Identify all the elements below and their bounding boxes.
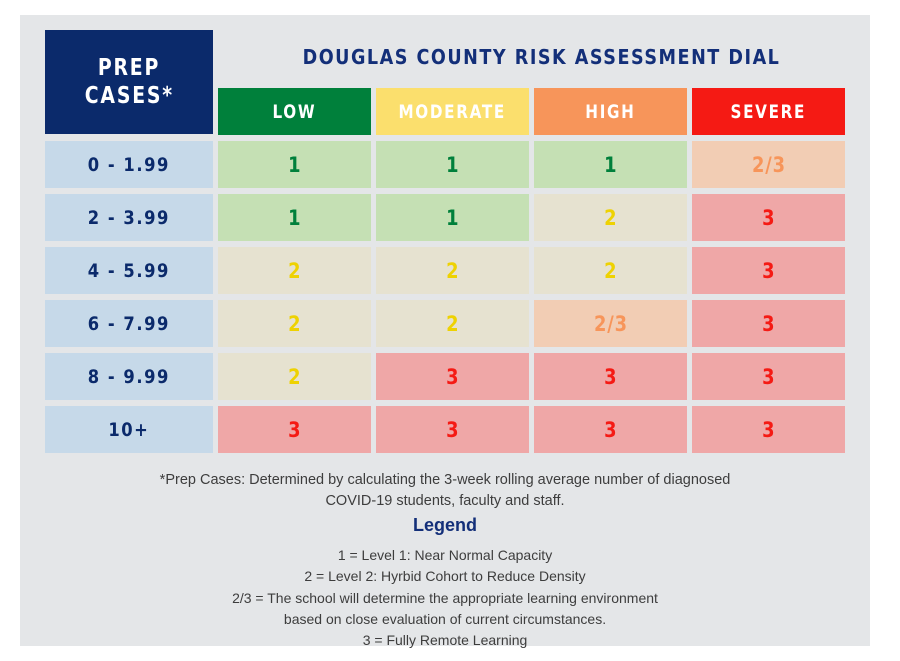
legend-line-4: based on close evaluation of current cir… bbox=[283, 610, 607, 627]
cell-value: 2/3 bbox=[593, 311, 628, 336]
column-header-moderate: MODERATE bbox=[376, 88, 529, 135]
cell-value: 1 bbox=[445, 152, 460, 177]
row-header-1: 0 - 1.99 bbox=[45, 141, 213, 188]
table-row: 10+ 3 3 3 3 bbox=[45, 406, 845, 453]
cell-severe-row2: 3 bbox=[692, 194, 845, 241]
row-header-label: 4 - 5.99 bbox=[87, 259, 171, 282]
cell-value: 2 bbox=[287, 311, 302, 336]
cell-value: 2 bbox=[603, 258, 618, 283]
footnote-line-1: *Prep Cases: Determined by calculating t… bbox=[159, 472, 731, 488]
cell-high-row3: 2 bbox=[534, 247, 687, 294]
cell-low-row2: 1 bbox=[218, 194, 371, 241]
cell-moderate-row4: 2 bbox=[376, 300, 529, 347]
page-title: DOUGLAS COUNTY RISK ASSESSMENT DIAL bbox=[302, 45, 781, 69]
column-header-severe-label: SEVERE bbox=[730, 100, 807, 123]
cell-value: 3 bbox=[445, 417, 460, 442]
cell-value: 2 bbox=[445, 311, 460, 336]
cell-high-row6: 3 bbox=[534, 406, 687, 453]
cell-value: 3 bbox=[761, 311, 776, 336]
cell-value: 3 bbox=[761, 364, 776, 389]
legend-body: 1 = Level 1: Near Normal Capacity 2 = Lev… bbox=[60, 545, 830, 651]
cell-moderate-row1: 1 bbox=[376, 141, 529, 188]
column-header-low: LOW bbox=[218, 88, 371, 135]
cell-value: 1 bbox=[287, 205, 302, 230]
cell-value: 1 bbox=[287, 152, 302, 177]
table-row: 6 - 7.99 2 2 2/3 3 bbox=[45, 300, 845, 347]
cell-high-row2: 2 bbox=[534, 194, 687, 241]
footnote-line-2: COVID-19 students, faculty and staff. bbox=[325, 493, 565, 510]
cell-high-row1: 1 bbox=[534, 141, 687, 188]
cell-value: 3 bbox=[761, 417, 776, 442]
column-header-high: HIGH bbox=[534, 88, 687, 135]
cell-moderate-row3: 2 bbox=[376, 247, 529, 294]
row-header-3: 4 - 5.99 bbox=[45, 247, 213, 294]
risk-dial-infographic: PREP CASES* DOUGLAS COUNTY RISK ASSESSME… bbox=[0, 0, 900, 661]
cell-value: 3 bbox=[445, 364, 460, 389]
cell-value: 3 bbox=[603, 364, 618, 389]
row-header-4: 6 - 7.99 bbox=[45, 300, 213, 347]
cell-value: 3 bbox=[761, 205, 776, 230]
footnote: *Prep Cases: Determined by calculating t… bbox=[60, 470, 830, 512]
column-header-low-label: LOW bbox=[272, 100, 317, 123]
table-row: 2 - 3.99 1 1 2 3 bbox=[45, 194, 845, 241]
cell-low-row1: 1 bbox=[218, 141, 371, 188]
cell-low-row4: 2 bbox=[218, 300, 371, 347]
table-header-row: LOW MODERATE HIGH SEVERE bbox=[45, 88, 845, 135]
row-header-2: 2 - 3.99 bbox=[45, 194, 213, 241]
cell-high-row5: 3 bbox=[534, 353, 687, 400]
column-header-moderate-label: MODERATE bbox=[398, 100, 507, 123]
cell-moderate-row6: 3 bbox=[376, 406, 529, 453]
cell-value: 2 bbox=[287, 258, 302, 283]
legend-title: Legend bbox=[412, 515, 477, 535]
row-header-5: 8 - 9.99 bbox=[45, 353, 213, 400]
table-row: 4 - 5.99 2 2 2 3 bbox=[45, 247, 845, 294]
cell-value: 2 bbox=[603, 205, 618, 230]
row-header-label: 8 - 9.99 bbox=[87, 365, 171, 388]
table-row: 0 - 1.99 1 1 1 2/3 bbox=[45, 141, 845, 188]
table-body: 0 - 1.99 1 1 1 2/3 2 - 3.99 1 1 2 3 4 - 5.99 2 2 2 3 6 … bbox=[45, 141, 845, 453]
legend-line-3: 2/3 = The school will determine the appr… bbox=[232, 589, 658, 606]
cell-severe-row1: 2/3 bbox=[692, 141, 845, 188]
cell-severe-row5: 3 bbox=[692, 353, 845, 400]
cell-severe-row4: 3 bbox=[692, 300, 845, 347]
legend-line-5: 3 = Fully Remote Learning bbox=[362, 632, 528, 649]
column-header-severe: SEVERE bbox=[692, 88, 845, 135]
cell-severe-row6: 3 bbox=[692, 406, 845, 453]
cell-high-row4: 2/3 bbox=[534, 300, 687, 347]
cell-value: 3 bbox=[761, 258, 776, 283]
infographic-panel: PREP CASES* DOUGLAS COUNTY RISK ASSESSME… bbox=[20, 15, 870, 648]
cell-low-row6: 3 bbox=[218, 406, 371, 453]
table-row: 8 - 9.99 2 3 3 3 bbox=[45, 353, 845, 400]
row-header-label: 6 - 7.99 bbox=[87, 312, 171, 335]
column-header-high-label: HIGH bbox=[585, 100, 636, 123]
cell-moderate-row2: 1 bbox=[376, 194, 529, 241]
cell-severe-row3: 3 bbox=[692, 247, 845, 294]
row-header-label: 0 - 1.99 bbox=[87, 153, 171, 176]
cell-low-row3: 2 bbox=[218, 247, 371, 294]
row-header-label: 10+ bbox=[108, 418, 150, 441]
cell-value: 1 bbox=[445, 205, 460, 230]
risk-matrix-table: LOW MODERATE HIGH SEVERE 0 - 1.99 1 1 1 2/3 2… bbox=[45, 88, 845, 459]
cell-low-row5: 2 bbox=[218, 353, 371, 400]
row-header-label: 2 - 3.99 bbox=[87, 206, 171, 229]
row-header-6: 10+ bbox=[45, 406, 213, 453]
cell-value: 3 bbox=[603, 417, 618, 442]
cell-value: 2 bbox=[287, 364, 302, 389]
cell-value: 2 bbox=[445, 258, 460, 283]
cell-moderate-row5: 3 bbox=[376, 353, 529, 400]
prep-cases-label-line1: PREP bbox=[97, 54, 161, 81]
legend-line-2: 2 = Level 2: Hyrbid Cohort to Reduce Den… bbox=[304, 568, 586, 585]
cell-value: 3 bbox=[287, 417, 302, 442]
legend-line-1: 1 = Level 1: Near Normal Capacity bbox=[337, 547, 553, 563]
header-corner-spacer bbox=[45, 88, 213, 135]
cell-value: 2/3 bbox=[751, 152, 786, 177]
cell-value: 1 bbox=[603, 152, 618, 177]
